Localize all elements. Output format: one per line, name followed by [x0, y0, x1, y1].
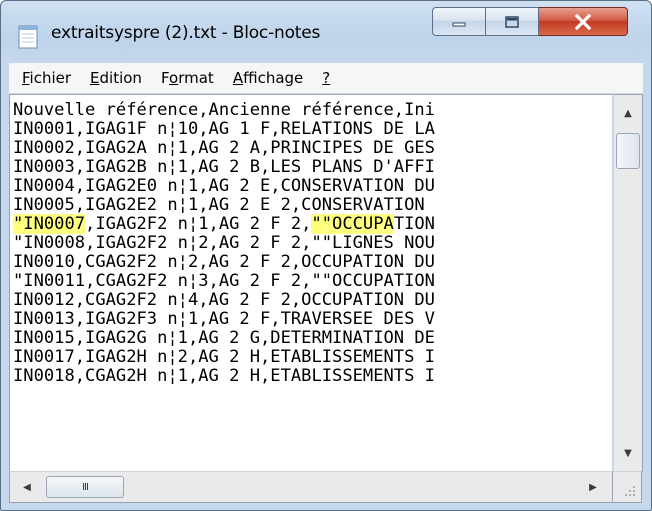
line-text: Nouvelle référence,Ancienne référence,In…	[13, 100, 435, 120]
text-line[interactable]: IN0010,CGAG2F2 n¦2,AG 2 F 2,OCCUPATION D…	[13, 253, 435, 272]
up-arrow-icon: ▲	[624, 107, 632, 119]
minimize-icon	[452, 22, 466, 26]
line-text: IN0005,IGAG2E2 n¦1,AG 2 E 2,CONSERVATION	[13, 195, 435, 215]
maximize-button[interactable]	[486, 7, 539, 36]
text-line[interactable]: IN0002,IGAG2A n¦1,AG 2 A,PRINCIPES DE GE…	[13, 139, 435, 158]
text-line[interactable]: "IN0007,IGAG2F2 n¦1,AG 2 F 2,""OCCUPATIO…	[13, 214, 435, 234]
line-text: IN0017,IGAG2H n¦2,AG 2 H,ETABLISSEMENTS …	[13, 347, 435, 367]
menu-fichier[interactable]: Fichier	[22, 69, 71, 87]
text-line[interactable]: IN0018,CGAG2H n¦1,AG 2 H,ETABLISSEMENTS …	[13, 367, 435, 386]
horizontal-scroll-thumb[interactable]: III	[46, 476, 124, 498]
text-line[interactable]: IN0003,IGAG2B n¦1,AG 2 B,LES PLANS D'AFF…	[13, 158, 435, 177]
text-line[interactable]: "IN0008,IGAG2F2 n¦2,AG 2 F 2,""LIGNES NO…	[13, 234, 435, 253]
text-line[interactable]: IN0012,CGAG2F2 n¦4,AG 2 F 2,OCCUPATION D…	[13, 291, 435, 310]
right-arrow-icon: ▶	[589, 481, 597, 493]
text-editor[interactable]: Nouvelle référence,Ancienne référence,In…	[9, 94, 612, 472]
menu-edition[interactable]: Edition	[90, 69, 142, 87]
line-text: "IN0008,IGAG2F2 n¦2,AG 2 F 2,""LIGNES NO…	[13, 233, 435, 253]
line-text: IN0004,IGAG2E0 n¦1,AG 2 E,CONSERVATION D…	[13, 176, 435, 196]
text-line[interactable]: "IN0011,CGAG2F2 n¦3,AG 2 F 2,""OCCUPATIO…	[13, 272, 435, 291]
minimize-button[interactable]	[432, 7, 486, 36]
line-text: IN0001,IGAG1F n¦10,AG 1 F,RELATIONS DE L…	[13, 119, 435, 139]
scroll-up-button[interactable]: ▲	[616, 99, 640, 127]
size-grip-icon	[625, 486, 635, 496]
menu-bar: Fichier Edition Format Affichage ?	[9, 63, 643, 94]
line-text: ,IGAG2F2 n¦1,AG 2 F 2,	[85, 214, 312, 234]
line-text: IN0013,IGAG2F3 n¦1,AG 2 F,TRAVERSEE DES …	[13, 309, 435, 329]
line-text: "IN0011,CGAG2F2 n¦3,AG 2 F 2,""OCCUPATIO…	[13, 271, 435, 291]
line-text: IN0003,IGAG2B n¦1,AG 2 B,LES PLANS D'AFF…	[13, 157, 435, 177]
scroll-left-button[interactable]: ◀	[14, 474, 40, 500]
vertical-scrollbar[interactable]: ▲ ▼	[613, 94, 643, 472]
line-text: IN0002,IGAG2A n¦1,AG 2 A,PRINCIPES DE GE…	[13, 138, 435, 158]
menu-format[interactable]: Format	[161, 69, 214, 87]
title-bar[interactable]: extraitsyspre (2).txt - Bloc-notes	[1, 1, 651, 63]
highlighted-text: "IN0007	[13, 214, 86, 234]
highlighted-text: ""OCCUPA	[311, 214, 394, 234]
scroll-down-button[interactable]: ▼	[616, 439, 640, 467]
text-line[interactable]: IN0015,IGAG2G n¦1,AG 2 G,DETERMINATION D…	[13, 329, 435, 348]
menu-help[interactable]: ?	[322, 69, 330, 87]
menu-affichage[interactable]: Affichage	[233, 69, 303, 87]
line-text: IN0018,CGAG2H n¦1,AG 2 H,ETABLISSEMENTS …	[13, 366, 435, 386]
size-grip[interactable]	[613, 471, 642, 503]
line-text: IN0010,CGAG2F2 n¦2,AG 2 F 2,OCCUPATION D…	[13, 252, 435, 272]
down-arrow-icon: ▼	[624, 447, 632, 459]
maximize-icon	[505, 15, 519, 28]
notepad-icon	[18, 25, 38, 49]
window-title: extraitsyspre (2).txt - Bloc-notes	[51, 23, 321, 43]
text-line[interactable]: IN0004,IGAG2E0 n¦1,AG 2 E,CONSERVATION D…	[13, 177, 435, 196]
text-content[interactable]: Nouvelle référence,Ancienne référence,In…	[13, 101, 435, 386]
left-arrow-icon: ◀	[23, 481, 31, 493]
line-text: TION	[393, 214, 435, 234]
text-line[interactable]: IN0001,IGAG1F n¦10,AG 1 F,RELATIONS DE L…	[13, 120, 435, 139]
vertical-scroll-thumb[interactable]	[616, 133, 640, 169]
text-line[interactable]: IN0013,IGAG2F3 n¦1,AG 2 F,TRAVERSEE DES …	[13, 310, 435, 329]
notepad-window: extraitsyspre (2).txt - Bloc-notes Fichi…	[0, 0, 652, 511]
close-icon	[574, 13, 592, 30]
line-text: IN0012,CGAG2F2 n¦4,AG 2 F 2,OCCUPATION D…	[13, 290, 435, 310]
text-line[interactable]: Nouvelle référence,Ancienne référence,In…	[13, 101, 435, 120]
text-line[interactable]: IN0005,IGAG2E2 n¦1,AG 2 E 2,CONSERVATION	[13, 196, 435, 215]
scroll-right-button[interactable]: ▶	[580, 474, 606, 500]
close-button[interactable]	[539, 7, 628, 36]
thumb-grip: III	[82, 481, 89, 493]
window-controls	[432, 7, 628, 36]
text-line[interactable]: IN0017,IGAG2H n¦2,AG 2 H,ETABLISSEMENTS …	[13, 348, 435, 367]
line-text: IN0015,IGAG2G n¦1,AG 2 G,DETERMINATION D…	[13, 328, 435, 348]
horizontal-scrollbar[interactable]: ◀ III ▶	[9, 471, 613, 503]
